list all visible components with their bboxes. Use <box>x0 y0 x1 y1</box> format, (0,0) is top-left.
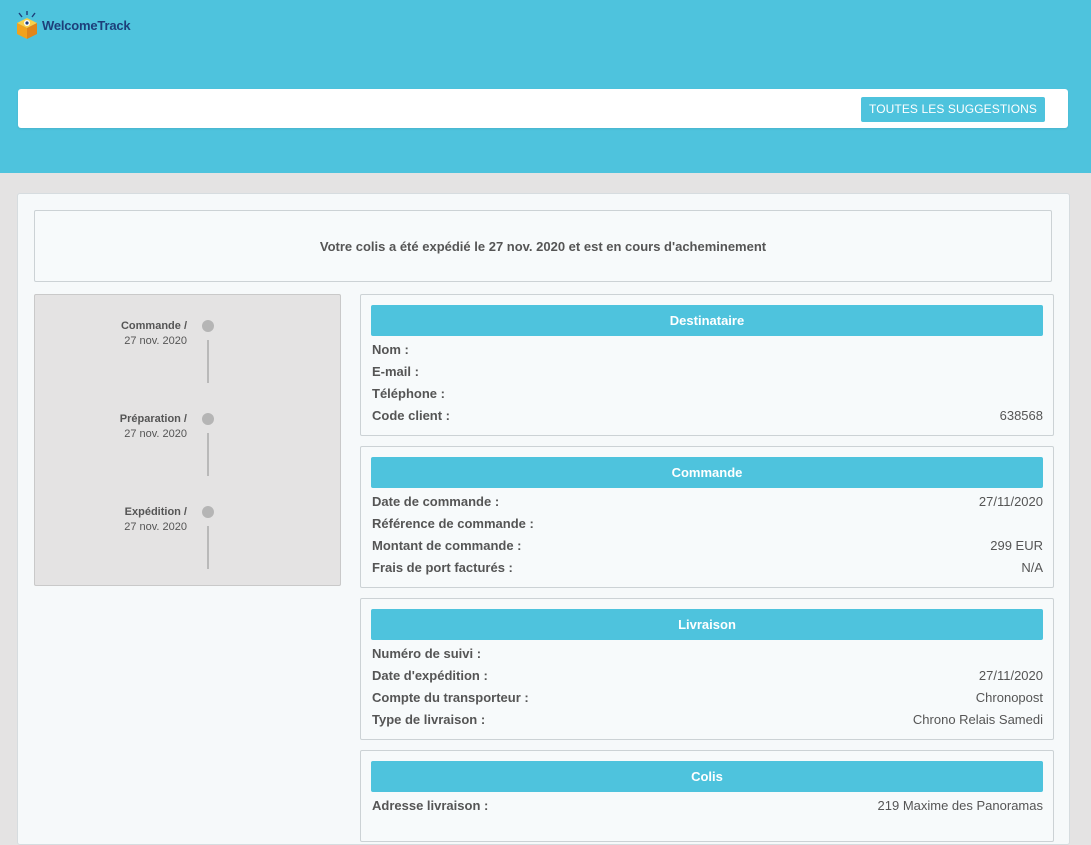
row-value: Chronopost <box>975 689 1043 705</box>
info-row: Montant de commande : 299 EUR <box>361 534 1053 556</box>
row-label: Date de commande : <box>372 493 500 509</box>
row-label: Frais de port facturés : <box>372 559 513 575</box>
card-header: Commande <box>371 457 1043 488</box>
timeline-step-label: Commande / 27 nov. 2020 <box>121 319 187 349</box>
row-value: 27/11/2020 <box>978 493 1043 509</box>
info-row: E-mail : <box>361 360 1053 382</box>
row-label: Montant de commande : <box>372 537 522 553</box>
row-label: Téléphone : <box>372 385 445 401</box>
row-value: 638568 <box>999 407 1043 423</box>
timeline-dot-icon <box>202 506 214 518</box>
info-row: Numéro de suivi : <box>361 642 1053 664</box>
card-header: Colis <box>371 761 1043 792</box>
info-row: Référence de commande : <box>361 512 1053 534</box>
info-row: Compte du transporteur : Chronopost <box>361 686 1053 708</box>
timeline-connector <box>207 433 209 476</box>
order-card: Commande Date de commande : 27/11/2020 R… <box>360 446 1054 588</box>
timeline-step-title: Expédition / <box>124 506 187 518</box>
info-row: Date d'expédition : 27/11/2020 <box>361 664 1053 686</box>
parcel-card: Colis Adresse livraison : 219 Maxime des… <box>360 750 1054 842</box>
row-label: Compte du transporteur : <box>372 689 529 705</box>
row-label: Date d'expédition : <box>372 667 488 683</box>
timeline-step-commande: Commande / 27 nov. 2020 <box>35 295 340 388</box>
timeline-step-date: 27 nov. 2020 <box>124 521 187 533</box>
row-label: Code client : <box>372 407 451 423</box>
row-label: E-mail : <box>372 363 419 379</box>
timeline-step-expedition: Expédition / 27 nov. 2020 <box>35 481 340 574</box>
timeline-step-preparation: Préparation / 27 nov. 2020 <box>35 388 340 481</box>
package-logo-icon <box>17 11 37 39</box>
top-banner: WelcomeTrack TOUTES LES SUGGESTIONS <box>0 0 1091 173</box>
row-value: 27/11/2020 <box>978 667 1043 683</box>
timeline-connector <box>207 340 209 383</box>
timeline-step-date: 27 nov. 2020 <box>124 335 187 347</box>
row-label: Référence de commande : <box>372 515 534 531</box>
row-label: Type de livraison : <box>372 711 486 727</box>
info-row: Code client : 638568 <box>361 404 1053 426</box>
status-message: Votre colis a été expédié le 27 nov. 202… <box>34 210 1052 282</box>
recipient-card: Destinataire Nom : E-mail : Téléphone : … <box>360 294 1054 436</box>
card-header: Destinataire <box>371 305 1043 336</box>
timeline-step-title: Préparation / <box>119 413 187 425</box>
timeline-dot-icon <box>202 413 214 425</box>
shipment-timeline: Commande / 27 nov. 2020 Préparation / 27… <box>34 294 341 586</box>
info-row: Adresse livraison : 219 Maxime des Panor… <box>361 794 1053 816</box>
info-row: Date de commande : 27/11/2020 <box>361 490 1053 512</box>
timeline-connector <box>207 526 209 569</box>
logo-text: WelcomeTrack <box>42 17 131 33</box>
timeline-step-date: 27 nov. 2020 <box>124 428 187 440</box>
delivery-card: Livraison Numéro de suivi : Date d'expéd… <box>360 598 1054 740</box>
row-value: Chrono Relais Samedi <box>912 711 1043 727</box>
info-row: Frais de port facturés : N/A <box>361 556 1053 578</box>
timeline-step-label: Expédition / 27 nov. 2020 <box>124 505 187 535</box>
row-value: 299 EUR <box>990 537 1043 553</box>
logo[interactable]: WelcomeTrack <box>15 10 131 40</box>
card-header: Livraison <box>371 609 1043 640</box>
info-row: Nom : <box>361 338 1053 360</box>
timeline-step-title: Commande / <box>120 320 187 332</box>
timeline-step-label: Préparation / 27 nov. 2020 <box>120 412 187 442</box>
tracking-panel: Votre colis a été expédié le 27 nov. 202… <box>17 193 1070 845</box>
row-label: Numéro de suivi : <box>372 645 482 661</box>
row-value: N/A <box>1021 559 1043 575</box>
timeline-dot-icon <box>202 320 214 332</box>
row-label: Adresse livraison : <box>372 797 489 813</box>
info-row: Type de livraison : Chrono Relais Samedi <box>361 708 1053 730</box>
suggestion-bar: TOUTES LES SUGGESTIONS <box>18 89 1068 128</box>
row-label: Nom : <box>372 341 409 357</box>
row-value: 219 Maxime des Panoramas <box>877 797 1043 813</box>
info-row: Téléphone : <box>361 382 1053 404</box>
all-suggestions-button[interactable]: TOUTES LES SUGGESTIONS <box>860 97 1045 122</box>
